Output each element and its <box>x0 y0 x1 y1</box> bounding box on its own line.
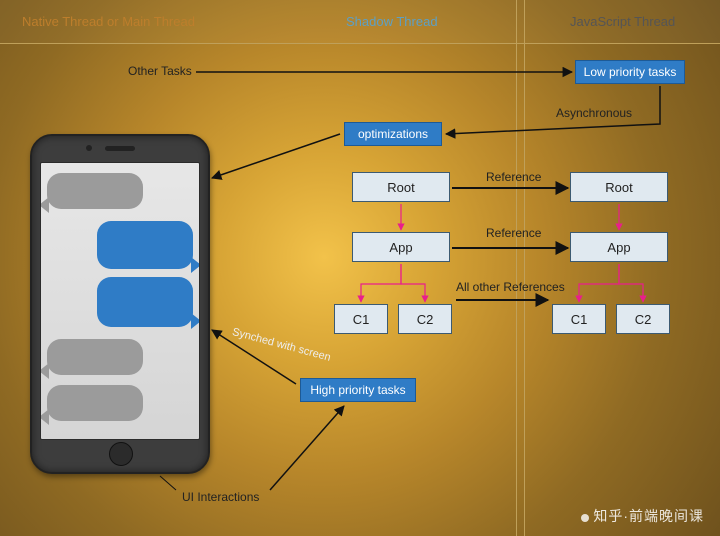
column-divider-2 <box>524 0 525 536</box>
label-asynchronous: Asynchronous <box>556 106 632 120</box>
column-divider-1 <box>516 0 517 536</box>
label-ui-interactions: UI Interactions <box>182 490 259 504</box>
chat-tail-left <box>40 363 49 379</box>
chat-bubble-gray <box>47 385 143 421</box>
node-shadow-app: App <box>352 232 450 262</box>
chat-bubble-blue <box>97 221 193 269</box>
chat-bubble-gray <box>47 173 143 209</box>
phone-camera-dot <box>86 145 92 151</box>
phone-screen <box>40 162 200 440</box>
node-js-app: App <box>570 232 668 262</box>
label-reference-root: Reference <box>486 170 541 184</box>
chat-tail-right <box>191 313 200 329</box>
node-js-c2: C2 <box>616 304 670 334</box>
chat-tail-left <box>40 409 49 425</box>
node-shadow-c2: C2 <box>398 304 452 334</box>
phone-earpiece <box>105 146 135 151</box>
box-low-priority-tasks: Low priority tasks <box>575 60 685 84</box>
box-high-priority-tasks: High priority tasks <box>300 378 416 402</box>
label-all-other-references: All other References <box>456 280 565 294</box>
watermark-text: 知乎·前端晚间课 <box>593 508 704 524</box>
column-header-js: JavaScript Thread <box>570 14 675 29</box>
node-shadow-root: Root <box>352 172 450 202</box>
column-header-shadow: Shadow Thread <box>346 14 438 29</box>
chat-tail-left <box>40 197 49 213</box>
box-optimizations: optimizations <box>344 122 442 146</box>
label-reference-app: Reference <box>486 226 541 240</box>
column-header-native: Native Thread or Main Thread <box>22 14 195 29</box>
chat-bubble-gray <box>47 339 143 375</box>
phone-home-button <box>109 442 133 466</box>
label-other-tasks: Other Tasks <box>128 64 192 78</box>
header-underline <box>0 43 720 44</box>
chat-tail-right <box>191 257 200 273</box>
chat-bubble-blue <box>97 277 193 327</box>
node-js-c1: C1 <box>552 304 606 334</box>
node-js-root: Root <box>570 172 668 202</box>
diagram-stage: Native Thread or Main Thread Shadow Thre… <box>0 0 720 536</box>
phone-device <box>30 134 210 474</box>
watermark: 知乎·前端晚间课 <box>581 506 704 526</box>
node-shadow-c1: C1 <box>334 304 388 334</box>
